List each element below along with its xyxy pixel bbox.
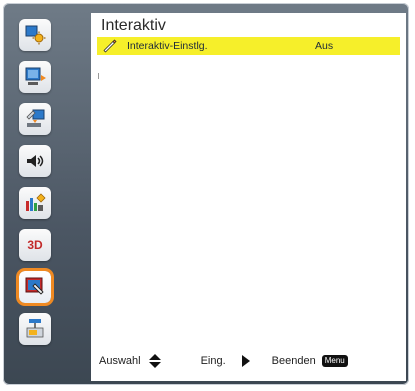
setting-value: Aus xyxy=(315,40,334,52)
updown-icon xyxy=(148,354,161,368)
interactive-icon xyxy=(25,277,44,295)
three-d-icon: 3D xyxy=(27,238,43,252)
hint-enter-label: Eing. xyxy=(200,355,226,367)
hint-select: Auswahl xyxy=(99,354,161,368)
sidebar-item-display[interactable] xyxy=(19,61,51,93)
hint-exit-label: Beenden xyxy=(271,355,316,367)
sidebar-item-image[interactable] xyxy=(19,19,51,51)
hint-select-label: Auswahl xyxy=(99,355,141,367)
display-settings-icon xyxy=(25,67,46,85)
sidebar-item-audio[interactable] xyxy=(19,145,51,177)
hint-exit: Beenden Menu xyxy=(272,355,348,367)
setting-row-interactive[interactable]: Interaktiv-Einstlg. Aus xyxy=(97,37,400,55)
options-icon xyxy=(26,193,46,211)
sidebar-item-interactive[interactable] xyxy=(16,268,54,306)
audio-icon xyxy=(27,155,44,167)
setting-label: Interaktiv-Einstlg. xyxy=(127,40,208,52)
sidebar-item-setup[interactable] xyxy=(19,103,51,135)
text-cursor xyxy=(98,73,99,79)
footer-hints: Auswahl Eing. Beenden Menu xyxy=(99,351,399,371)
menu-key-icon: Menu xyxy=(321,355,348,367)
image-settings-icon xyxy=(25,25,46,45)
svg-text:3D: 3D xyxy=(27,238,43,252)
panel-title: Interaktiv xyxy=(101,17,166,34)
hint-enter: Eing. xyxy=(201,355,250,367)
sidebar-item-network[interactable] xyxy=(19,313,51,345)
sidebar: 3D xyxy=(13,13,87,381)
pen-icon xyxy=(103,39,117,53)
settings-panel: Interaktiv Interaktiv-Einstlg. Aus Auswa… xyxy=(91,13,406,381)
sidebar-item-options[interactable] xyxy=(19,187,51,219)
setup-settings-icon xyxy=(26,109,45,127)
arrow-right-icon xyxy=(241,355,250,367)
osd-frame: 3D Interaktiv Interaktiv-Einstlg. Aus Au… xyxy=(3,3,409,385)
network-icon xyxy=(26,319,44,338)
sidebar-item-3d[interactable]: 3D xyxy=(19,229,51,261)
